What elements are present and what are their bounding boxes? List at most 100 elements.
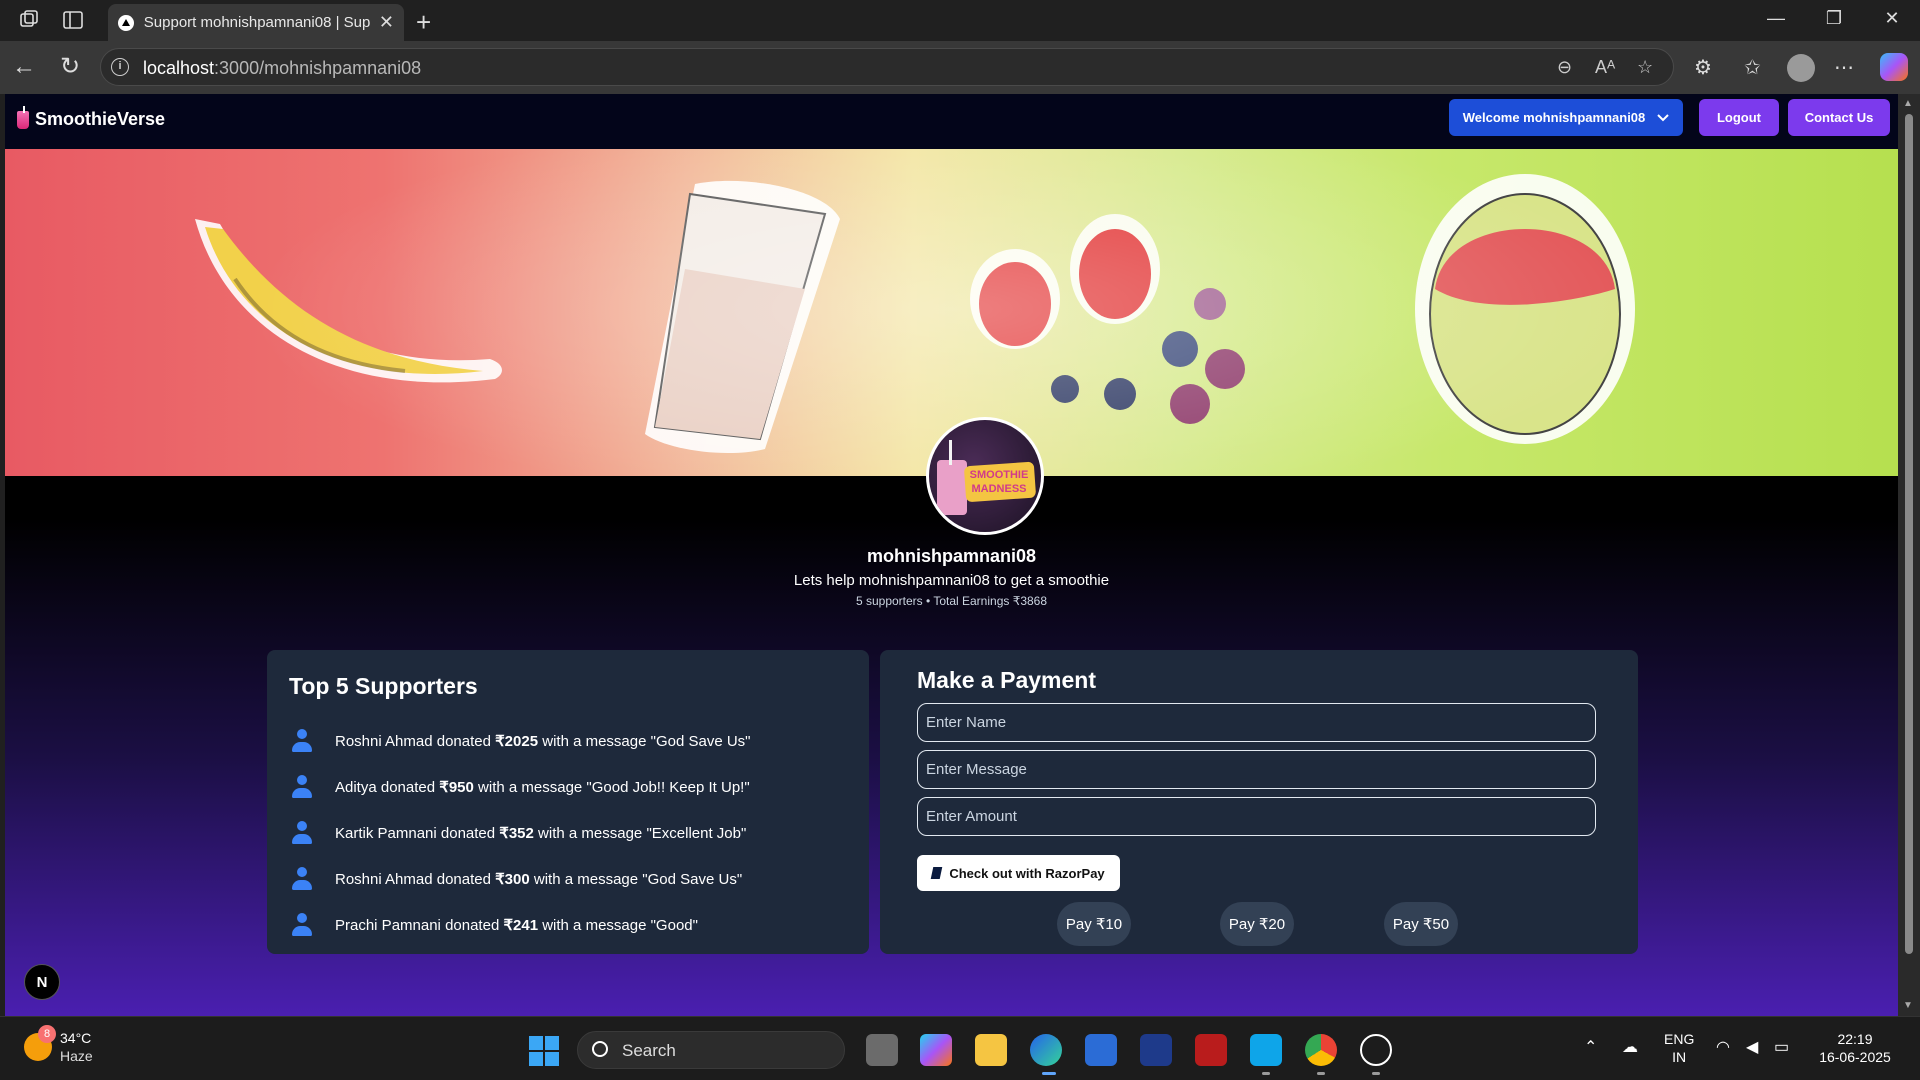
razorpay-icon xyxy=(931,867,943,879)
message-input[interactable] xyxy=(917,750,1596,789)
contact-us-button[interactable]: Contact Us xyxy=(1788,99,1890,136)
supporter-item: Kartik Pamnani donated ₹352 with a messa… xyxy=(289,810,750,856)
welcome-label: Welcome mohnishpamnani08 xyxy=(1462,110,1646,125)
supporters-list: Roshni Ahmad donated ₹2025 with a messag… xyxy=(289,718,750,948)
profile-stats: 5 supporters • Total Earnings ₹3868 xyxy=(855,594,1048,608)
task-view-icon[interactable] xyxy=(866,1034,898,1066)
weather-badge: 8 xyxy=(38,1025,56,1043)
close-tab-icon[interactable]: ✕ xyxy=(379,12,394,33)
read-aloud-icon[interactable]: Aᴬ xyxy=(1595,57,1615,78)
edge-browser-icon[interactable] xyxy=(1030,1034,1062,1066)
favorite-star-icon[interactable]: ☆ xyxy=(1637,57,1653,78)
close-window-icon[interactable]: ✕ xyxy=(1872,8,1912,29)
weather-widget[interactable]: 8 34°C Haze xyxy=(24,1025,93,1065)
pay-20-button[interactable]: Pay ₹20 xyxy=(1220,902,1294,946)
extensions-icon[interactable]: ⚙ xyxy=(1694,55,1712,80)
svg-text:SMOOTHIE: SMOOTHIE xyxy=(970,469,1029,481)
user-icon xyxy=(289,774,315,800)
minimize-icon[interactable]: — xyxy=(1756,8,1796,29)
more-menu-icon[interactable]: ⋯ xyxy=(1834,55,1854,80)
nextjs-dev-badge[interactable]: N xyxy=(24,964,60,1000)
welcome-dropdown-button[interactable]: Welcome mohnishpamnani08 xyxy=(1449,99,1683,136)
user-icon xyxy=(289,728,315,754)
favorites-icon[interactable]: ✩ xyxy=(1744,55,1761,80)
mcafee-icon[interactable] xyxy=(1195,1034,1227,1066)
show-hidden-icons[interactable]: ⌃ xyxy=(1584,1037,1597,1057)
scroll-down-icon[interactable]: ▼ xyxy=(1903,1000,1913,1011)
vscode-running-indicator xyxy=(1262,1072,1270,1075)
profile-username: mohnishpamnani08 xyxy=(866,546,1037,566)
user-icon xyxy=(289,820,315,846)
copilot-icon[interactable] xyxy=(1880,53,1908,81)
site-navbar: SmoothieVerse Welcome mohnishpamnani08 L… xyxy=(5,94,1898,149)
search-label: Search xyxy=(622,1041,676,1060)
supporter-item: Aditya donated ₹950 with a message "Good… xyxy=(289,764,750,810)
browser-tab-bar: Support mohnishpamnani08 | Sup ✕ + — ❐ ✕ xyxy=(0,0,1920,41)
razorpay-checkout-button[interactable]: Check out with RazorPay xyxy=(917,855,1120,891)
user-icon xyxy=(289,912,315,938)
start-button[interactable] xyxy=(529,1036,559,1066)
profile-avatar[interactable] xyxy=(1787,54,1815,82)
restore-icon[interactable]: ❐ xyxy=(1814,8,1854,29)
clock[interactable]: 22:19 16-06-2025 xyxy=(1815,1030,1895,1066)
pay-10-button[interactable]: Pay ₹10 xyxy=(1057,902,1131,946)
payment-panel: Make a Payment Check out with RazorPay P… xyxy=(880,650,1638,954)
profile-avatar-image: SMOOTHIE MADNESS xyxy=(926,417,1044,535)
profile-tagline: Lets help mohnishpamnani08 to get a smoo… xyxy=(793,572,1110,589)
supporter-text: Roshni Ahmad donated ₹300 with a message… xyxy=(335,871,743,888)
brand-logo[interactable]: SmoothieVerse xyxy=(17,105,166,130)
supporter-text: Prachi Pamnani donated ₹241 with a messa… xyxy=(335,917,698,934)
weather-sun-icon: 8 xyxy=(24,1025,56,1061)
weather-condition: Haze xyxy=(60,1048,93,1064)
chrome-icon[interactable] xyxy=(1305,1034,1337,1066)
refresh-icon[interactable]: ↻ xyxy=(56,53,84,81)
site-info-icon[interactable]: i xyxy=(111,58,129,76)
supporter-item: Roshni Ahmad donated ₹300 with a message… xyxy=(289,856,750,902)
search-icon xyxy=(592,1041,608,1057)
vertical-tabs-icon[interactable] xyxy=(62,9,86,33)
weather-temp: 34°C xyxy=(60,1030,92,1046)
back-icon[interactable]: ← xyxy=(10,53,38,81)
brand-name: SmoothieVerse xyxy=(35,109,166,129)
supporter-item: Roshni Ahmad donated ₹2025 with a messag… xyxy=(289,718,750,764)
taskbar-search[interactable]: Search xyxy=(577,1031,845,1069)
supporter-text: Kartik Pamnani donated ₹352 with a messa… xyxy=(335,825,747,842)
zoom-icon[interactable]: ⊖ xyxy=(1557,57,1572,78)
workspaces-icon[interactable] xyxy=(18,9,42,33)
windows-taskbar: 8 34°C Haze Search ⌃ ☁ ENG IN ◠ ◀ ▭ 22:19… xyxy=(0,1016,1920,1080)
battery-icon[interactable]: ▭ xyxy=(1774,1037,1789,1057)
chevron-down-icon xyxy=(1657,113,1669,121)
language-indicator[interactable]: ENG IN xyxy=(1664,1030,1694,1066)
onedrive-cloud-icon[interactable]: ☁ xyxy=(1622,1037,1638,1057)
vscode-icon[interactable] xyxy=(1250,1034,1282,1066)
copilot-app-icon[interactable] xyxy=(920,1034,952,1066)
url-input[interactable]: i localhost:3000/mohnishpamnani08 ⊖ Aᴬ ☆ xyxy=(100,48,1674,86)
name-input[interactable] xyxy=(917,703,1596,742)
microsoft-store-icon[interactable] xyxy=(1085,1034,1117,1066)
chatgpt-running-indicator xyxy=(1372,1072,1380,1075)
chrome-running-indicator xyxy=(1317,1072,1325,1075)
payment-title: Make a Payment xyxy=(917,667,1096,693)
l-app-icon[interactable] xyxy=(1140,1034,1172,1066)
wifi-icon[interactable]: ◠ xyxy=(1716,1037,1730,1057)
new-tab-icon[interactable]: + xyxy=(416,7,431,38)
chatgpt-icon[interactable] xyxy=(1360,1034,1392,1066)
pay-50-button[interactable]: Pay ₹50 xyxy=(1384,902,1458,946)
user-icon xyxy=(289,866,315,892)
amount-input[interactable] xyxy=(917,797,1596,836)
page-scrollbar[interactable]: ▲ ▼ xyxy=(1898,94,1920,1016)
svg-text:MADNESS: MADNESS xyxy=(971,483,1026,495)
supporter-item: Prachi Pamnani donated ₹241 with a messa… xyxy=(289,902,750,948)
scroll-up-icon[interactable]: ▲ xyxy=(1903,98,1913,109)
smoothie-cup-icon xyxy=(17,105,29,129)
vercel-favicon-icon xyxy=(118,14,134,31)
supporter-text: Roshni Ahmad donated ₹2025 with a messag… xyxy=(335,733,751,750)
supporter-text: Aditya donated ₹950 with a message "Good… xyxy=(335,779,750,796)
volume-icon[interactable]: ◀ xyxy=(1746,1037,1758,1057)
file-explorer-icon[interactable] xyxy=(975,1034,1007,1066)
active-tab[interactable]: Support mohnishpamnani08 | Sup ✕ xyxy=(108,4,404,41)
scroll-thumb[interactable] xyxy=(1905,114,1913,954)
logout-button[interactable]: Logout xyxy=(1699,99,1779,136)
edge-active-indicator xyxy=(1042,1072,1056,1075)
address-bar: ← ↻ i localhost:3000/mohnishpamnani08 ⊖ … xyxy=(0,41,1920,94)
